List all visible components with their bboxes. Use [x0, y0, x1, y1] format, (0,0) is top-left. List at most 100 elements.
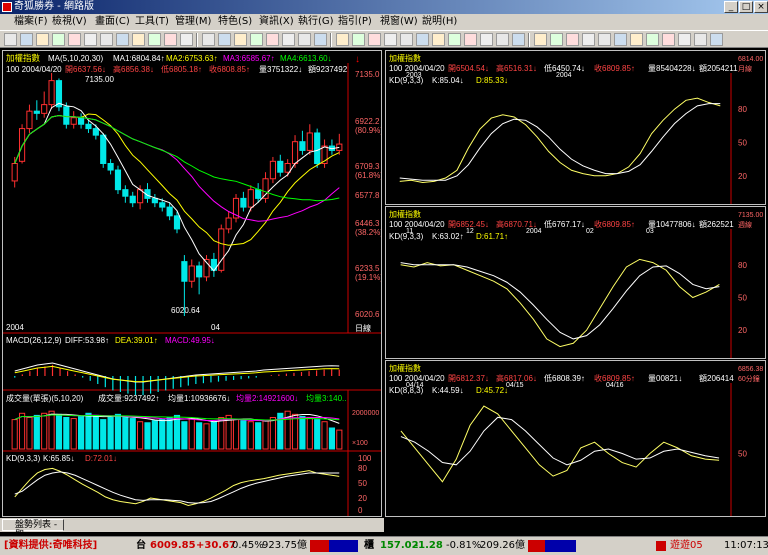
hourly-kd-pane[interactable]: 加權指數 100 2004/04/20 開6812.37↓ 高6817.06↓ 低680…: [385, 360, 766, 517]
toolbar-tool-33-icon[interactable]: [550, 33, 563, 46]
menu-features[interactable]: 特色(S): [218, 14, 252, 30]
minimize-button[interactable]: _: [724, 1, 738, 13]
menu-view[interactable]: 檢視(V): [52, 14, 87, 30]
toolbar-tool-32-icon[interactable]: [534, 33, 547, 46]
toolbar-tool-40-icon[interactable]: [662, 33, 675, 46]
panel-open: 開6504.54↓: [448, 64, 489, 73]
toolbar-tool-34-icon[interactable]: [566, 33, 579, 46]
menu-tools[interactable]: 工具(T): [135, 14, 169, 30]
volume-bar: [218, 417, 225, 450]
close-button[interactable]: ×: [754, 1, 768, 13]
toolbar-tool-15-icon[interactable]: [250, 33, 263, 46]
toolbar-tool-12-icon[interactable]: [202, 33, 215, 46]
high-annotation: 7135.00: [85, 75, 114, 84]
menu-file[interactable]: 檔案(F): [14, 14, 48, 30]
toolbar-tool-36-icon[interactable]: [598, 33, 611, 46]
candle-body: [78, 117, 85, 125]
panel-k-value: K:44.59↓: [432, 386, 464, 395]
toolbar-tool-43-icon[interactable]: [710, 33, 723, 46]
volume-bar: [166, 417, 173, 450]
menu-execute[interactable]: 執行(G): [298, 14, 334, 30]
menu-info[interactable]: 資訊(X): [259, 14, 294, 30]
menu-manage[interactable]: 管理(M): [175, 14, 211, 30]
candle-body: [100, 134, 107, 164]
toolbar-tool-41-icon[interactable]: [678, 33, 691, 46]
macd-label: MACD(26,12,9): [6, 336, 62, 345]
clock: 11:07:13: [724, 540, 768, 551]
title-bar: 奇狐勝券 - 網路版 _ □ ×: [0, 0, 768, 14]
toolbar-tool-22-icon[interactable]: [368, 33, 381, 46]
toolbar-tool-23-icon[interactable]: [384, 33, 397, 46]
text-icon[interactable]: [68, 33, 81, 46]
toolbar-tool-39-icon[interactable]: [646, 33, 659, 46]
candle-body: [11, 162, 18, 182]
ytick-6577: 6577.8: [355, 191, 380, 200]
main-amount: 額9237492: [308, 64, 348, 74]
volume-bar: [70, 418, 77, 450]
menu-guide[interactable]: 指引(P): [338, 14, 372, 30]
toolbar-tool-42-icon[interactable]: [694, 33, 707, 46]
candle-body: [188, 265, 195, 282]
toolbar-tool-29-icon[interactable]: [480, 33, 493, 46]
toolbar-tool-14-icon[interactable]: [234, 33, 247, 46]
data-source: [資料提供:奇唯科技]: [4, 540, 98, 551]
panel-ytick: 20: [738, 326, 747, 335]
toolbar-tool-38-icon[interactable]: [630, 33, 643, 46]
panel-kd-k-line: [399, 97, 721, 183]
toolbar-tool-25-icon[interactable]: [416, 33, 429, 46]
pointer-icon[interactable]: [4, 33, 17, 46]
toolbar-tool-31-icon[interactable]: [512, 33, 525, 46]
connection-icon: [656, 541, 666, 551]
main-chart-pane[interactable]: 加權指數 MA(5,10,20,30) MA1:6804.84↑ MA2:675…: [2, 50, 382, 517]
panel-kd-d-line: [400, 416, 720, 466]
toolbar-tool-16-icon[interactable]: [266, 33, 279, 46]
user-label: 遊遊05: [670, 540, 703, 551]
ellipse-icon[interactable]: [100, 33, 113, 46]
arrow-down-icon[interactable]: ↓: [355, 54, 360, 65]
toolbar-tool-20-icon[interactable]: [336, 33, 349, 46]
toolbar-tool-27-icon[interactable]: [448, 33, 461, 46]
candle-body: [262, 178, 269, 199]
volume-bar: [203, 423, 210, 450]
fill-icon[interactable]: [148, 33, 161, 46]
taiex-percent: 0.45%: [232, 540, 264, 551]
toolbar-tool-26-icon[interactable]: [432, 33, 445, 46]
rect-icon[interactable]: [84, 33, 97, 46]
crosshair-icon[interactable]: [20, 33, 33, 46]
weekly-kd-pane[interactable]: 加權指數 100 2004/04/20 開6852.45↓ 高6870.71↓ 低676…: [385, 206, 766, 359]
line-icon[interactable]: [52, 33, 65, 46]
volume-bars: [11, 410, 343, 450]
toolbar-tool-28-icon[interactable]: [464, 33, 477, 46]
save-icon[interactable]: [180, 33, 193, 46]
arrow-icon[interactable]: [116, 33, 129, 46]
ma1-line: [14, 102, 340, 272]
toolbar-tool-30-icon[interactable]: [496, 33, 509, 46]
tab-market-list[interactable]: 盤勢列表 - 即...: [2, 519, 64, 540]
monthly-kd-pane[interactable]: 加權指數 100 2004/04/20 開6504.54↓ 高6516.31↓ 低645…: [385, 50, 766, 205]
menu-screen[interactable]: 畫面(C): [95, 14, 130, 30]
toolbar-tool-13-icon[interactable]: [218, 33, 231, 46]
panel-ytick: 80: [738, 261, 747, 270]
menu-window[interactable]: 視窗(W): [380, 14, 418, 30]
toolbar-tool-19-icon[interactable]: [314, 33, 327, 46]
maximize-button[interactable]: □: [739, 1, 753, 13]
volume-bar: [92, 414, 99, 450]
toolbar-tool-37-icon[interactable]: [614, 33, 627, 46]
candle-body: [269, 160, 276, 180]
zoom-icon[interactable]: [36, 33, 49, 46]
toolbar-tool-17-icon[interactable]: [282, 33, 295, 46]
volume-bar: [107, 417, 114, 450]
toolbar-tool-35-icon[interactable]: [582, 33, 595, 46]
toolbar-tool-18-icon[interactable]: [298, 33, 311, 46]
otc-amount: 209.26億: [480, 540, 525, 551]
panel-ytick: 20: [738, 172, 747, 181]
panel-volume: 量85404228↓: [648, 64, 696, 73]
volume-bar: [321, 421, 328, 450]
toolbar-tool-24-icon[interactable]: [400, 33, 413, 46]
pen-icon[interactable]: [132, 33, 145, 46]
select-icon[interactable]: [164, 33, 177, 46]
menu-help[interactable]: 說明(H): [422, 14, 457, 30]
panel-ytick: 50: [738, 294, 747, 303]
kd-ytick-0: 0: [358, 506, 363, 515]
toolbar-tool-21-icon[interactable]: [352, 33, 365, 46]
